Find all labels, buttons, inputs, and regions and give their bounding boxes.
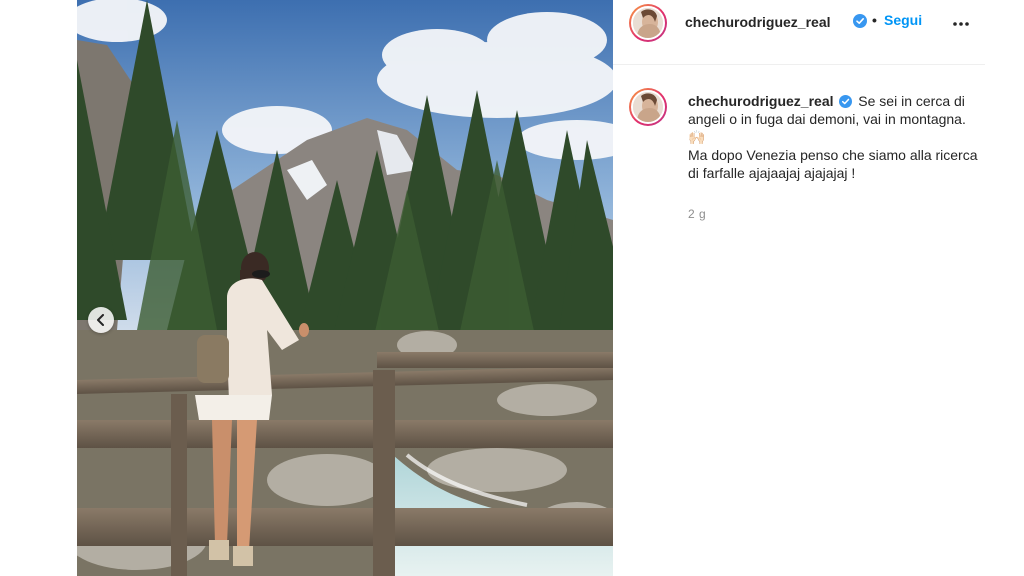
caption-text-line2: Ma dopo Venezia penso che siamo alla ric… bbox=[688, 147, 978, 181]
post-photo[interactable] bbox=[77, 0, 613, 576]
chevron-left-icon bbox=[97, 314, 104, 326]
verified-badge-icon bbox=[839, 94, 853, 108]
avatar-portrait-icon bbox=[633, 92, 663, 122]
author-username[interactable]: chechurodriguez_real bbox=[685, 14, 831, 30]
post-header: chechurodriguez_real • Segui bbox=[613, 0, 985, 65]
follow-button[interactable]: Segui bbox=[884, 12, 922, 28]
avatar-image bbox=[631, 6, 665, 40]
caption-author-avatar[interactable] bbox=[629, 88, 667, 126]
verified-badge-icon bbox=[853, 14, 867, 28]
post-timestamp[interactable]: 2 g bbox=[688, 207, 706, 221]
separator-dot: • bbox=[872, 12, 877, 28]
more-options-icon[interactable] bbox=[951, 14, 971, 34]
author-avatar[interactable] bbox=[629, 4, 667, 42]
post-side-panel: chechurodriguez_real • Segui chechurodri… bbox=[613, 0, 985, 576]
post-caption: chechurodriguez_real Se sei in cerca di … bbox=[688, 92, 978, 182]
avatar-portrait-icon bbox=[633, 8, 663, 38]
caption-username[interactable]: chechurodriguez_real bbox=[688, 93, 834, 109]
photo-mountain-bridge-scene bbox=[77, 0, 613, 576]
previous-image-button[interactable] bbox=[88, 307, 114, 333]
raised-hands-emoji: 🙌🏻 bbox=[688, 129, 706, 145]
avatar-image bbox=[631, 90, 665, 124]
instagram-post-viewer: chechurodriguez_real • Segui chechurodri… bbox=[0, 0, 1024, 576]
